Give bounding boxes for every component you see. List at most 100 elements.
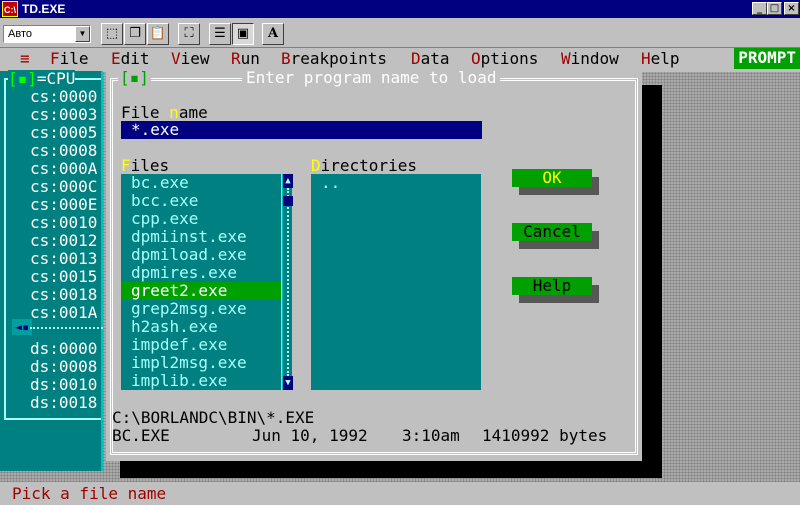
file-item[interactable]: h2ash.exe bbox=[121, 318, 281, 336]
window-titlebar: C:\ TD.EXE _ □ × bbox=[0, 0, 800, 18]
menu-help[interactable]: Help bbox=[641, 50, 680, 68]
copy-icon: ❐ bbox=[129, 26, 141, 41]
current-path: C:\BORLANDC\BIN\*.EXE bbox=[112, 408, 315, 427]
file-item[interactable]: dpmires.exe bbox=[121, 264, 281, 282]
code-line[interactable]: cs:0000 bbox=[30, 88, 97, 106]
font-icon: A bbox=[267, 26, 279, 41]
background-icon: ▣ bbox=[236, 26, 250, 41]
font-button[interactable]: A bbox=[262, 23, 284, 45]
file-info-size: 1410992 bytes bbox=[482, 426, 608, 445]
code-line[interactable]: cs:0018 bbox=[30, 286, 97, 304]
data-line[interactable]: ds:0018 bbox=[30, 394, 97, 412]
fullscreen-button[interactable]: ⛶ bbox=[178, 23, 200, 45]
close-button[interactable]: × bbox=[784, 2, 799, 15]
file-item[interactable]: grep2msg.exe bbox=[121, 300, 281, 318]
fullscreen-icon: ⛶ bbox=[184, 26, 194, 41]
directories-label: Directories bbox=[311, 157, 417, 175]
menu-options[interactable]: Options bbox=[471, 50, 538, 68]
dos-screen: ≡ File Edit View Run Breakpoints Data Op… bbox=[0, 48, 800, 505]
font-size-value: Авто bbox=[8, 28, 32, 40]
background-button[interactable]: ▣ bbox=[232, 23, 254, 45]
file-item[interactable]: impdef.exe bbox=[121, 336, 281, 354]
code-line[interactable]: cs:0012 bbox=[30, 232, 97, 250]
chevron-down-icon[interactable]: ▼ bbox=[75, 26, 90, 42]
pane-divider-marker[interactable]: ◄▪ bbox=[12, 319, 32, 335]
code-line[interactable]: cs:0005 bbox=[30, 124, 97, 142]
data-line[interactable]: ds:0010 bbox=[30, 376, 97, 394]
scroll-up-icon[interactable]: ▲ bbox=[283, 174, 293, 188]
code-line[interactable]: cs:000C bbox=[30, 178, 97, 196]
dialog-shadow-bottom bbox=[120, 461, 662, 478]
code-line[interactable]: cs:0015 bbox=[30, 268, 97, 286]
code-line[interactable]: cs:0010 bbox=[30, 214, 97, 232]
mark-button[interactable]: ⬚ bbox=[101, 23, 123, 45]
window-title: TD.EXE bbox=[22, 2, 66, 16]
code-line[interactable]: cs:000E bbox=[30, 196, 97, 214]
menu-data[interactable]: Data bbox=[411, 50, 450, 68]
cpu-window[interactable]: [▪]=CPU cs:0000 cs:0003 cs:0005 cs:0008 … bbox=[0, 69, 103, 471]
menu-system[interactable]: ≡ bbox=[20, 50, 30, 68]
file-item[interactable]: cpp.exe bbox=[121, 210, 281, 228]
properties-icon: ☰ bbox=[214, 26, 226, 41]
status-text: Pick a file name bbox=[12, 484, 167, 503]
menu-window[interactable]: Window bbox=[561, 50, 619, 68]
file-item[interactable]: implib.exe bbox=[121, 372, 281, 390]
menu-label: reakpoints bbox=[290, 49, 387, 68]
file-item[interactable]: bc.exe bbox=[121, 174, 281, 192]
maximize-button[interactable]: □ bbox=[767, 2, 782, 15]
minimize-button[interactable]: _ bbox=[752, 2, 767, 15]
menu-label: iew bbox=[180, 49, 210, 68]
status-bar: Pick a file name bbox=[0, 482, 800, 505]
cpu-close-button[interactable]: [▪] bbox=[8, 69, 37, 88]
menu-view[interactable]: View bbox=[171, 50, 210, 68]
files-list[interactable]: bc.exe bcc.exe cpp.exe dpmiinst.exe dpmi… bbox=[121, 174, 281, 390]
menu-run[interactable]: Run bbox=[231, 50, 260, 68]
code-line[interactable]: cs:0008 bbox=[30, 142, 97, 160]
ok-button[interactable]: OK bbox=[512, 169, 592, 187]
paste-button[interactable]: 📋 bbox=[147, 23, 169, 45]
mark-icon: ⬚ bbox=[105, 26, 119, 41]
app-icon[interactable]: C:\ bbox=[2, 1, 18, 17]
scroll-track[interactable] bbox=[287, 188, 289, 376]
help-button[interactable]: Help bbox=[512, 277, 592, 295]
menu-hotkey: E bbox=[111, 49, 121, 68]
menu-hotkey: W bbox=[561, 49, 571, 68]
label-text: iles bbox=[130, 156, 170, 175]
file-item[interactable]: dpmiinst.exe bbox=[121, 228, 281, 246]
file-name-input[interactable]: *.exe bbox=[121, 121, 482, 139]
data-line[interactable]: ds:0008 bbox=[30, 358, 97, 376]
menu-edit[interactable]: Edit bbox=[111, 50, 150, 68]
menu-hotkey: H bbox=[641, 49, 651, 68]
pane-divider[interactable] bbox=[30, 327, 103, 329]
scroll-down-icon[interactable]: ▼ bbox=[283, 376, 293, 390]
code-line[interactable]: cs:000A bbox=[30, 160, 97, 178]
dialog-shadow-right bbox=[642, 85, 662, 478]
code-line[interactable]: cs:001A bbox=[30, 304, 97, 322]
label-hotkey: F bbox=[121, 156, 131, 175]
menu-label: dit bbox=[120, 49, 150, 68]
label-text: ame bbox=[178, 103, 208, 122]
file-item[interactable]: impl2msg.exe bbox=[121, 354, 281, 372]
code-line[interactable]: cs:0003 bbox=[30, 106, 97, 124]
menu-hotkey: V bbox=[171, 49, 181, 68]
data-line[interactable]: ds:0000 bbox=[30, 340, 97, 358]
directories-list[interactable]: .. bbox=[311, 174, 481, 390]
file-info-time: 3:10am bbox=[402, 426, 460, 445]
properties-button[interactable]: ☰ bbox=[209, 23, 231, 45]
file-item[interactable]: bcc.exe bbox=[121, 192, 281, 210]
file-item[interactable]: dpmiload.exe bbox=[121, 246, 281, 264]
menu-label: ata bbox=[420, 49, 450, 68]
files-scrollbar[interactable]: ▲ ▼ bbox=[282, 174, 293, 390]
menu-file[interactable]: File bbox=[50, 50, 89, 68]
dialog-close-button[interactable]: [▪] bbox=[118, 69, 151, 87]
file-item[interactable]: greet2.exe bbox=[121, 282, 281, 300]
code-line[interactable]: cs:0013 bbox=[30, 250, 97, 268]
scroll-thumb[interactable] bbox=[283, 196, 293, 206]
menu-breakpoints[interactable]: Breakpoints bbox=[281, 50, 387, 68]
font-size-select[interactable]: Авто ▼ bbox=[3, 25, 91, 43]
copy-button[interactable]: ❐ bbox=[124, 23, 146, 45]
menubar: ≡ File Edit View Run Breakpoints Data Op… bbox=[0, 48, 800, 69]
directory-item[interactable]: .. bbox=[311, 174, 471, 192]
menu-hotkey: R bbox=[231, 49, 241, 68]
cancel-button[interactable]: Cancel bbox=[512, 223, 592, 241]
